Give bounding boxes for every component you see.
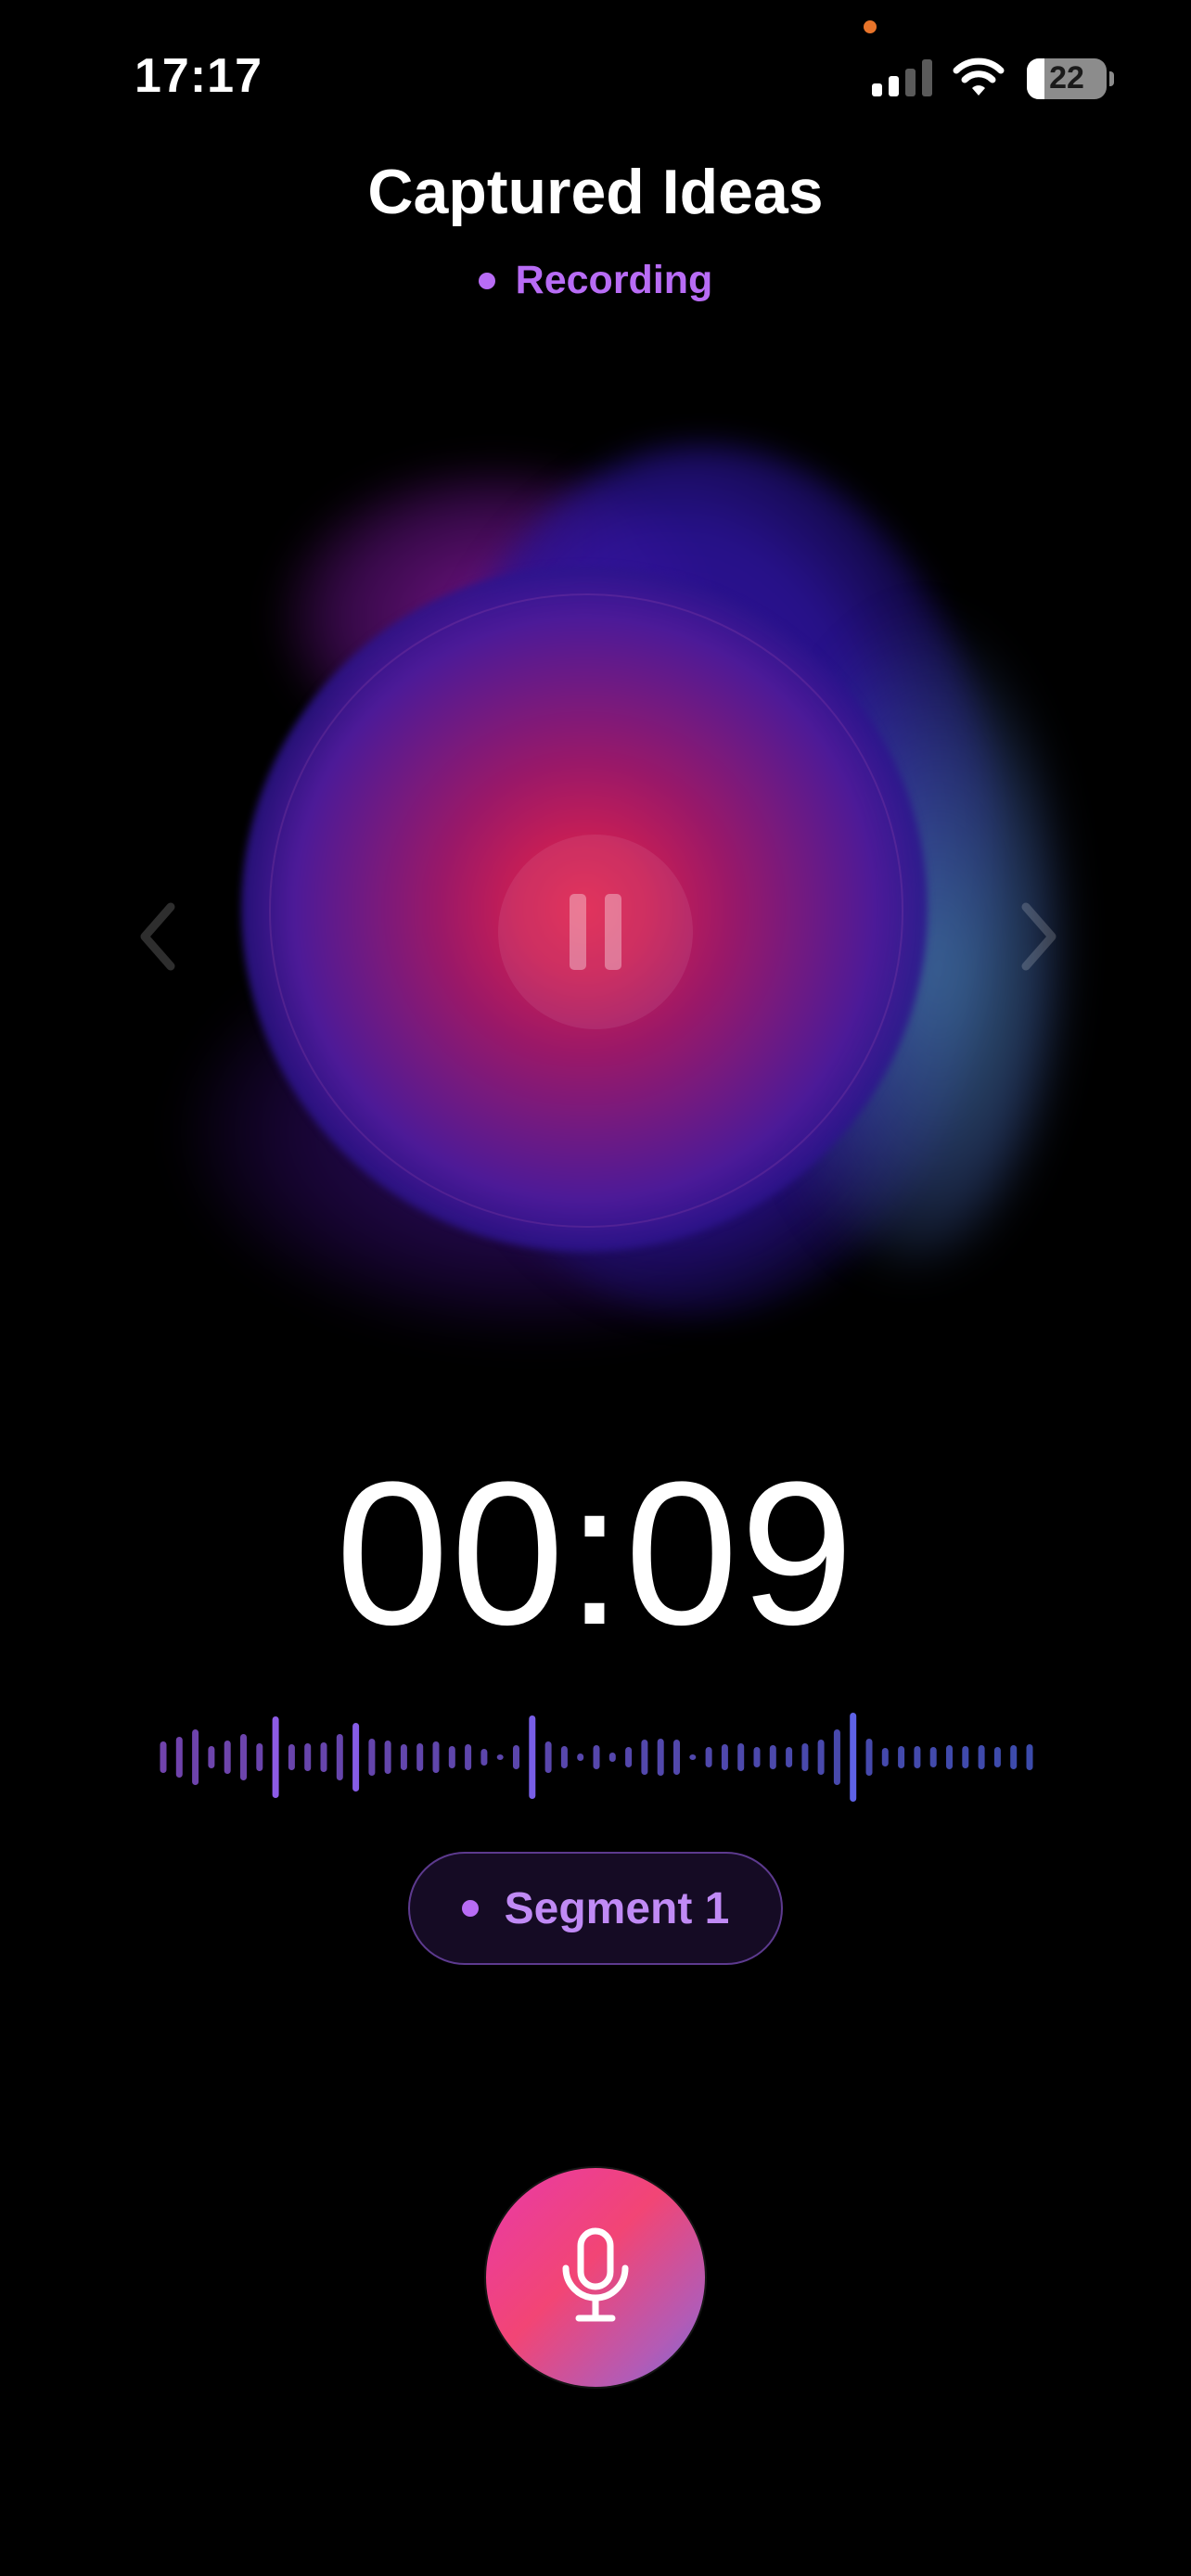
recording-status: Recording <box>0 258 1191 303</box>
waveform-bar <box>929 1747 937 1767</box>
waveform-bar <box>657 1739 664 1776</box>
waveform-bar <box>608 1753 616 1762</box>
waveform-bar <box>978 1745 985 1769</box>
waveform-bar <box>914 1746 921 1768</box>
waveform-bar <box>240 1734 247 1780</box>
waveform-bar <box>850 1713 857 1802</box>
waveform-bar <box>208 1746 215 1768</box>
waveform-bar <box>898 1746 905 1768</box>
chevron-left-icon <box>140 902 175 971</box>
microphone-button[interactable] <box>486 2168 705 2387</box>
waveform-bar <box>1026 1744 1033 1770</box>
waveform-bar <box>432 1741 440 1773</box>
waveform-bar <box>769 1745 776 1769</box>
waveform-bar <box>352 1723 360 1792</box>
waveform-bar <box>272 1716 279 1798</box>
waveform-bar <box>256 1743 263 1771</box>
waveform-bar <box>304 1743 312 1771</box>
battery-icon: 22 <box>1027 58 1107 99</box>
privacy-indicator-dot <box>864 20 877 33</box>
next-button[interactable] <box>1011 890 1067 983</box>
pause-button[interactable] <box>498 835 693 1029</box>
waveform-bar <box>673 1740 680 1775</box>
waveform-bar <box>801 1743 809 1771</box>
waveform-bar <box>786 1747 793 1767</box>
waveform-bar <box>946 1745 953 1769</box>
waveform-bar <box>448 1746 455 1768</box>
waveform-bar <box>416 1743 424 1771</box>
waveform-bar <box>320 1742 327 1772</box>
waveform-bar <box>593 1745 600 1769</box>
waveform-bar <box>480 1749 488 1766</box>
waveform-bar <box>384 1741 391 1774</box>
waveform-bar <box>368 1739 376 1776</box>
recording-dot-icon <box>478 272 495 289</box>
segment-pill[interactable]: Segment 1 <box>408 1852 783 1965</box>
waveform-bar <box>192 1729 199 1785</box>
waveform-bar <box>705 1747 712 1767</box>
waveform-bar <box>529 1715 536 1799</box>
waveform-bar <box>175 1737 183 1778</box>
battery-cap <box>1109 71 1114 86</box>
pause-icon-bar <box>605 894 621 970</box>
waveform-bar <box>689 1754 697 1760</box>
waveform-bar <box>336 1734 343 1780</box>
waveform-bar <box>224 1741 231 1774</box>
waveform-bar <box>833 1729 840 1785</box>
waveform-bar <box>577 1753 584 1761</box>
pause-icon <box>570 894 586 970</box>
recording-status-label: Recording <box>515 258 713 302</box>
wifi-icon <box>953 56 1005 98</box>
waveform-bar <box>817 1740 825 1775</box>
elapsed-timer: 00:09 <box>335 1439 856 1667</box>
page-title: Captured Ideas <box>367 157 824 227</box>
waveform-bar <box>881 1748 889 1766</box>
waveform-bar <box>465 1744 472 1770</box>
waveform-bar <box>513 1745 519 1769</box>
waveform-bar <box>753 1747 761 1767</box>
battery-level: 22 <box>1049 60 1084 96</box>
segment-label: Segment 1 <box>504 1883 730 1933</box>
chevron-right-icon <box>1021 902 1057 971</box>
waveform-bar <box>160 1741 167 1773</box>
previous-button[interactable] <box>130 890 186 983</box>
waveform-bar <box>962 1746 969 1768</box>
waveform-bar <box>1010 1745 1018 1769</box>
waveform-bar <box>721 1744 728 1770</box>
waveform-bar <box>737 1743 745 1771</box>
waveform-bar <box>865 1739 873 1776</box>
waveform-bar <box>641 1740 648 1775</box>
audio-waveform <box>0 1706 1191 1808</box>
segment-dot-icon <box>461 1900 479 1917</box>
microphone-icon <box>562 2227 629 2322</box>
status-time: 17:17 <box>134 49 263 103</box>
waveform-bar <box>496 1754 504 1760</box>
waveform-bar <box>400 1744 407 1770</box>
waveform-bar <box>560 1746 568 1768</box>
waveform-bar <box>993 1747 1001 1767</box>
waveform-bar <box>625 1747 633 1767</box>
waveform-bar <box>288 1744 295 1770</box>
waveform-bar <box>544 1741 552 1773</box>
signal-icon <box>872 59 933 96</box>
